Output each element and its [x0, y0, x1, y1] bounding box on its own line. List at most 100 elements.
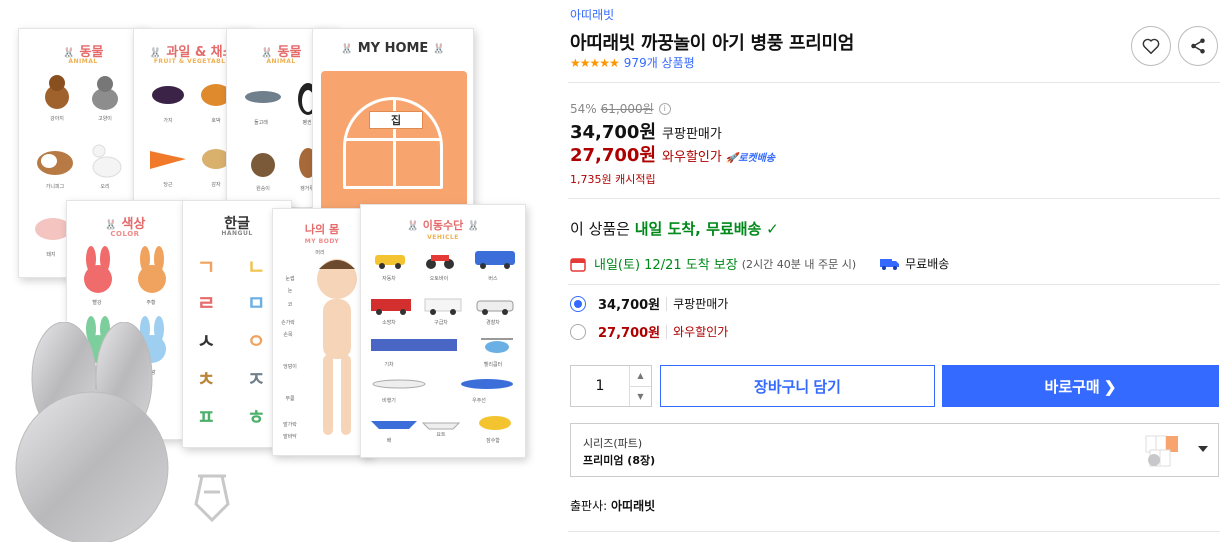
door-sign: 집: [369, 111, 423, 129]
option-label: 쿠팡판매가: [673, 297, 729, 311]
rocket-delivery-badge: 🚀로켓배송: [725, 153, 776, 164]
animal-label: 오리: [100, 184, 110, 190]
monkey-illustration: [251, 153, 275, 177]
duck-illustration: [92, 144, 122, 178]
cat-illustration: [92, 76, 118, 110]
review-count-link[interactable]: 979개 상품평: [624, 54, 695, 71]
calendar-icon: [570, 257, 586, 272]
add-to-cart-button[interactable]: 장바구니 담기: [660, 365, 935, 407]
dog-illustration: [45, 75, 69, 109]
vehicle-label: 잠수함: [486, 438, 500, 444]
vehicle-label: 헬리콥터: [483, 362, 503, 368]
vehicle-label: 우주선: [472, 398, 486, 404]
free-shipping-label: 무료배송: [905, 257, 950, 271]
animal-label: 고양이: [98, 116, 112, 122]
body-part-label: 발가락: [283, 422, 297, 428]
animal2-label: 돌고래: [254, 120, 268, 126]
price-option-wow[interactable]: 27,700원 와우할인가: [570, 322, 728, 341]
quantity-decrease-button[interactable]: ▼: [630, 387, 651, 407]
discount-row: 54% 61,000원 i: [570, 100, 671, 117]
brand-link[interactable]: 아띠래빗: [570, 6, 614, 23]
quantity-increase-button[interactable]: ▲: [630, 366, 651, 387]
wow-price: 27,700원: [570, 145, 657, 166]
bus-illustration: [475, 251, 515, 269]
airplane-illustration: [372, 379, 426, 389]
buy-now-button[interactable]: 바로구매 ❯: [942, 365, 1219, 407]
series-dropdown[interactable]: 시리즈(파트) 프리미엄 (8장): [570, 423, 1219, 477]
hangul-letter: ㅊ: [197, 367, 216, 391]
car-illustration: [375, 255, 405, 269]
animal-label: 강아지: [50, 116, 64, 122]
baby-illustration: [317, 259, 357, 435]
truck-icon: [880, 258, 900, 270]
free-shipping: 무료배송: [880, 255, 949, 272]
police-car-illustration: [476, 300, 514, 315]
vehicle-card-subtitle: VEHICLE: [427, 234, 459, 241]
quantity-stepper[interactable]: 1 ▲ ▼: [570, 365, 652, 407]
product-title: 아띠래빗 까꿍놀이 아기 병풍 프리미엄: [570, 33, 855, 54]
vehicle-label: 구급차: [434, 320, 448, 326]
delivery-note: (2시간 40분 내 주문 시): [741, 257, 857, 271]
vehicle-label: 버스: [488, 276, 498, 282]
bunny-icon: 🐰: [467, 221, 480, 232]
publisher-name: 아띠래빗: [610, 499, 656, 513]
arrival-prefix: 이 상품은: [570, 220, 635, 238]
color-card-subtitle: COLOR: [110, 230, 140, 238]
publisher-prefix: 출판사:: [570, 499, 611, 513]
hangul-letter: ㅅ: [197, 329, 216, 353]
option-label: 와우할인가: [673, 325, 729, 339]
hangul-letter: ㅍ: [197, 405, 216, 429]
my-home-card: 🐰 MY HOME 🐰 집: [312, 28, 474, 228]
wishlist-button[interactable]: [1131, 26, 1171, 66]
body-part-label: 코: [287, 302, 293, 308]
animal-label: 돼지: [46, 252, 56, 258]
wow-price-label: 와우할인가: [662, 150, 722, 165]
animal2-label: 원숭이: [256, 186, 270, 192]
option-price: 34,700원: [598, 298, 661, 313]
spaceship-illustration: [461, 379, 513, 389]
series-thumbnail: [1145, 435, 1178, 467]
vehicle-label: 비행기: [382, 398, 396, 404]
arrival-summary: 이 상품은 내일 도착, 무료배송 ✓: [570, 218, 779, 239]
arrival-highlight: 내일 도착, 무료배송: [634, 220, 762, 238]
train-illustration: [371, 339, 457, 351]
my-home-title: MY HOME: [357, 41, 429, 56]
hangul-letter: ㅇ: [247, 329, 266, 353]
product-image-gallery[interactable]: 🐰 동물 ANIMAL 강아지 고양이 가니피그 오리 돼지 🐰 과일 & 채소…: [0, 0, 540, 550]
body-part-label: 발바닥: [283, 434, 297, 440]
hangul-letter: ㅎ: [247, 405, 266, 429]
hangul-letter: ㅁ: [247, 291, 266, 315]
delivery-date-row: 내일(토) 12/21 도착 보장 (2시간 40분 내 주문 시) 무료배송: [570, 254, 949, 273]
cashback-text: 1,735원 캐시적립: [570, 173, 656, 186]
body-part-label: 엉덩이: [283, 364, 297, 370]
check-icon: ✓: [766, 220, 779, 238]
star-rating: ★★★★★: [570, 55, 620, 70]
divider: [568, 198, 1220, 199]
fruit-label: 당근: [163, 182, 173, 188]
body-part-label: 눈: [287, 288, 293, 294]
chevron-down-icon: [1198, 446, 1208, 452]
animal-card-subtitle: ANIMAL: [68, 58, 98, 65]
body-part-label: 손가락: [281, 320, 295, 326]
discount-percent: 54%: [570, 101, 597, 116]
share-icon: [1191, 38, 1205, 54]
price-option-coupang[interactable]: 34,700원 쿠팡판매가: [570, 294, 728, 313]
red-bunny-illustration: [84, 246, 112, 293]
helicopter-illustration: [481, 338, 513, 353]
body-part-label: 눈썹: [285, 276, 295, 282]
ship-illustration: [371, 421, 417, 429]
motorcycle-illustration: [426, 255, 454, 269]
hangul-letter: ㄹ: [197, 291, 216, 315]
ambulance-illustration: [424, 298, 462, 315]
fire-truck-illustration: [371, 299, 411, 315]
share-button[interactable]: [1178, 26, 1218, 66]
radio-coupang[interactable]: [570, 295, 586, 312]
quantity-value[interactable]: 1: [571, 366, 629, 406]
radio-wow[interactable]: [570, 323, 586, 340]
body-card-title: 나의 몸: [304, 223, 340, 236]
info-icon[interactable]: i: [658, 102, 671, 115]
product-info-panel: 아띠래빗 아띠래빗 까꿍놀이 아기 병풍 프리미엄 ★★★★★ 979개 상품평…: [568, 0, 1220, 550]
rating-row: ★★★★★ 979개 상품평: [570, 54, 695, 71]
delivery-date: 내일(토) 12/21 도착 보장: [594, 258, 738, 273]
stand-illustration: [194, 474, 230, 523]
